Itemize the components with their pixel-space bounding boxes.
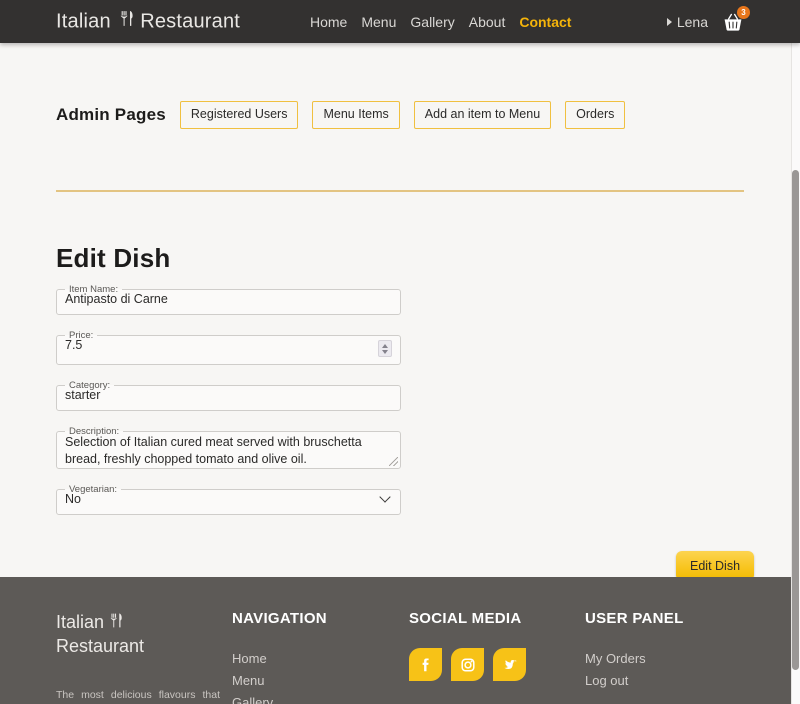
- cutlery-icon: [109, 613, 123, 632]
- admin-pages-title: Admin Pages: [56, 104, 166, 124]
- footer-logo-text-primary: Italian: [56, 612, 105, 632]
- price-input[interactable]: [63, 338, 378, 360]
- footer-logo-text-secondary: Restaurant: [56, 636, 145, 657]
- field-category: Category:: [56, 380, 401, 411]
- social-icon-row: [409, 648, 526, 681]
- user-name-label: Lena: [676, 13, 708, 30]
- chevron-up-icon: [382, 343, 388, 348]
- chevron-down-icon: [379, 491, 391, 503]
- admin-pages-bar: Admin Pages Registered Users Menu Items …: [56, 101, 626, 129]
- site-logo[interactable]: Italian Restaurant: [56, 10, 240, 33]
- admin-button-registered-users[interactable]: Registered Users: [179, 101, 299, 129]
- cart-count-badge: 3: [737, 5, 750, 19]
- footer-link-home[interactable]: Home: [232, 648, 327, 670]
- site-footer: Italian Restaurant The most delicious fl…: [0, 577, 800, 704]
- edit-dish-form: Item Name: Price: Category: Descript: [56, 284, 401, 530]
- footer-social-heading: SOCIAL MEDIA: [409, 610, 522, 627]
- nav-link-about[interactable]: About: [469, 14, 506, 30]
- main-navigation: Home Menu Gallery About Contact: [310, 14, 571, 30]
- top-navbar: Italian Restaurant Home Menu Gallery Abo…: [0, 0, 800, 43]
- logo-text-secondary: Restaurant: [140, 10, 241, 32]
- category-input[interactable]: [63, 388, 394, 410]
- footer-user-panel-heading: USER PANEL: [585, 610, 684, 627]
- logo-text-primary: Italian: [56, 10, 111, 32]
- nav-link-menu[interactable]: Menu: [361, 14, 396, 30]
- facebook-icon[interactable]: [409, 648, 442, 681]
- description-textarea[interactable]: Selection of Italian cured meat served w…: [63, 434, 394, 468]
- caret-right-icon: [666, 17, 672, 26]
- footer-link-my-orders[interactable]: My Orders: [585, 648, 684, 670]
- footer-link-gallery[interactable]: Gallery: [232, 692, 327, 704]
- footer-user-panel-column: USER PANEL My Orders Log out: [585, 610, 684, 692]
- footer-link-menu[interactable]: Menu: [232, 670, 327, 692]
- instagram-icon[interactable]: [451, 648, 484, 681]
- page-root: Italian Restaurant Home Menu Gallery Abo…: [0, 0, 800, 704]
- vegetarian-select[interactable]: [63, 492, 381, 514]
- nav-link-home[interactable]: Home: [310, 14, 347, 30]
- field-description: Description: Selection of Italian cured …: [56, 426, 401, 469]
- footer-logo[interactable]: Italian Restaurant: [56, 610, 206, 659]
- footer-social-column: SOCIAL MEDIA: [409, 610, 526, 681]
- user-area: Lena 3: [666, 5, 750, 33]
- vertical-scrollbar-thumb[interactable]: [792, 170, 799, 670]
- price-stepper[interactable]: [378, 340, 392, 357]
- nav-link-gallery[interactable]: Gallery: [410, 14, 454, 30]
- admin-button-add-item-to-menu[interactable]: Add an item to Menu: [413, 101, 552, 129]
- nav-link-contact[interactable]: Contact: [519, 14, 571, 30]
- footer-link-log-out[interactable]: Log out: [585, 670, 684, 692]
- page-title: Edit Dish: [56, 243, 171, 274]
- item-name-input[interactable]: [63, 292, 394, 314]
- chevron-down-icon: [382, 349, 388, 354]
- cart-button[interactable]: 3: [722, 5, 750, 33]
- field-price: Price:: [56, 330, 401, 365]
- footer-navigation-heading: NAVIGATION: [232, 610, 327, 627]
- field-item-name: Item Name:: [56, 284, 401, 315]
- admin-button-orders[interactable]: Orders: [565, 101, 626, 129]
- field-vegetarian: Vegetarian:: [56, 484, 401, 515]
- footer-about-text: The most delicious flavours that Italian…: [56, 688, 220, 701]
- cutlery-icon: [117, 10, 141, 30]
- admin-button-menu-items[interactable]: Menu Items: [312, 101, 400, 129]
- footer-navigation-column: NAVIGATION Home Menu Gallery: [232, 610, 327, 704]
- section-divider: [56, 190, 744, 192]
- twitter-icon[interactable]: [493, 648, 526, 681]
- user-menu-toggle[interactable]: Lena: [666, 13, 708, 30]
